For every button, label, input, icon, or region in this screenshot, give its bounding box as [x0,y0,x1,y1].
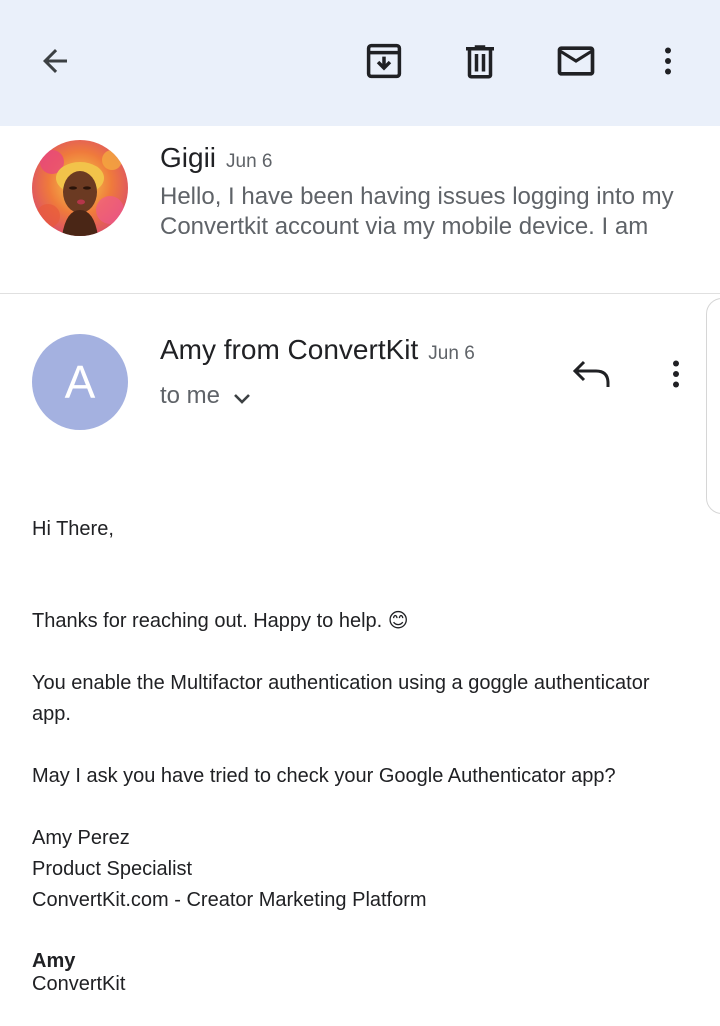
recipient-label: to me [160,382,221,409]
trash-icon [466,45,494,79]
previous-snippet: Hello, I have been having issues logging… [160,183,674,240]
arrow-back-icon [43,49,67,73]
sender: Amy from ConvertKit Jun 6 [160,334,475,366]
side-scroll-handle[interactable] [706,298,720,514]
mark-unread-button[interactable] [548,33,604,89]
signature-company: ConvertKit.com - Creator Marketing Platf… [32,889,427,911]
greeting: Hi There, [32,518,114,540]
message-header: A Amy from ConvertKit Jun 6 to me [0,294,720,454]
reply-button[interactable] [564,352,620,396]
message-date: Jun 6 [428,343,475,364]
body-line-mfa: You enable the Multifactor authenticatio… [32,672,650,725]
sender-name: Amy from ConvertKit [160,334,419,365]
more-options-button[interactable] [640,33,696,89]
previous-sender-name: Gigii [160,142,217,173]
chevron-down-icon [234,394,250,404]
mail-icon [557,46,595,76]
archive-icon [366,43,402,79]
message-body: Hi There, Thanks for reaching out. Happy… [32,514,692,996]
previous-date: Jun 6 [226,151,273,172]
signature-name: Amy Perez [32,827,130,849]
back-button[interactable] [27,33,83,89]
body-line-thanks: Thanks for reaching out. Happy to help. … [32,610,409,632]
reply-icon [572,360,610,387]
signature-short-name: Amy [32,950,76,972]
previous-message-collapsed[interactable]: Gigii Jun 6 Hello, I have been having iss… [0,126,720,294]
more-vert-icon [665,47,671,75]
top-toolbar [0,0,720,126]
recipient-details-toggle[interactable]: to me [160,382,252,410]
avatar [32,140,128,236]
message-more-options-button[interactable] [656,350,696,398]
delete-button[interactable] [452,33,508,89]
previous-sender: Gigii Jun 6 [160,142,273,174]
body-line-question: May I ask you have tried to check your G… [32,765,616,787]
archive-button[interactable] [356,33,412,89]
more-vert-icon [673,360,679,388]
signature-title: Product Specialist [32,858,193,880]
sender-avatar: A [32,334,128,430]
avatar-portrait-image [32,140,128,236]
signature-short-company: ConvertKit [32,973,126,995]
